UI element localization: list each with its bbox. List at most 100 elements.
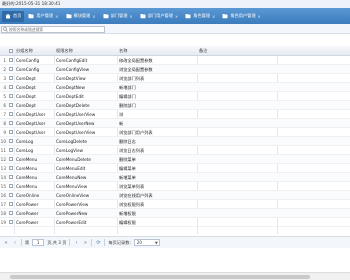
home-icon (5, 13, 11, 19)
row-select[interactable] (7, 139, 14, 143)
row-select[interactable] (7, 67, 14, 71)
refresh-icon[interactable]: ⟳ (95, 239, 101, 246)
header-remark[interactable]: 备注 (197, 46, 277, 55)
cell-group-name: CoreConfig (16, 66, 40, 72)
row-index: 12 (0, 156, 6, 162)
status-text: 最好的:2015-05-31 18:30:41 (2, 1, 61, 6)
tab-dept-management[interactable]: 部门管理 × (100, 11, 136, 22)
checkbox[interactable] (8, 220, 13, 224)
cell-group-name: CoreLog (16, 147, 34, 153)
last-page-icon[interactable]: » (82, 239, 88, 246)
status-bar: 最好的:2015-05-31 18:30:41 (0, 0, 350, 8)
checkbox[interactable] (8, 184, 13, 188)
checkbox[interactable] (8, 48, 13, 53)
checkbox[interactable] (8, 121, 13, 125)
cell-name: 删除部门 (119, 102, 136, 108)
checkbox[interactable] (8, 211, 13, 215)
checkbox[interactable] (8, 157, 13, 161)
cell-permission-name: CoreConfigView (56, 66, 90, 72)
checkbox[interactable] (8, 112, 13, 116)
cell-permission-name: CoreMenuView (56, 183, 88, 189)
prev-page-icon[interactable]: ‹ (12, 239, 18, 246)
next-page-icon[interactable]: › (73, 239, 79, 246)
page-number-input[interactable]: 1 (32, 239, 45, 246)
cell-permission-name: CoreDeptUserView (56, 111, 96, 117)
tab-dept-user-management[interactable]: 部门用户管理 × (137, 11, 182, 22)
row-select[interactable] (7, 166, 14, 170)
close-icon[interactable]: × (55, 14, 58, 19)
header-select-all[interactable] (7, 48, 14, 53)
close-icon[interactable]: × (92, 14, 95, 19)
chevron-down-icon: ▼ (155, 241, 158, 245)
cell-name: 编辑部门 (119, 93, 136, 99)
cell-permission-name: CoreMenuDelete (56, 156, 91, 162)
cell-permission-name: CoreDeptUserView (56, 129, 96, 135)
checkbox[interactable] (8, 175, 13, 179)
cell-group-name: CoreLog (16, 138, 34, 144)
page-suffix: 页,共 3 页 (47, 239, 67, 245)
checkbox[interactable] (8, 94, 13, 98)
row-select[interactable] (7, 103, 14, 107)
search-input[interactable] (8, 26, 103, 32)
cell-name: 浏览部门用户列表 (119, 129, 153, 135)
close-icon[interactable]: × (212, 14, 215, 19)
first-page-icon[interactable]: « (3, 239, 9, 246)
row-select[interactable] (7, 76, 14, 80)
scrollbar-thumb[interactable] (10, 275, 310, 279)
row-select[interactable] (7, 121, 14, 125)
checkbox[interactable] (8, 130, 13, 134)
checkbox[interactable] (8, 103, 13, 107)
row-select[interactable] (7, 130, 14, 134)
checkbox[interactable] (8, 148, 13, 152)
row-select[interactable] (7, 175, 14, 179)
tab-role-management[interactable]: 角色管理 × (182, 11, 218, 22)
row-select[interactable] (7, 193, 14, 197)
close-icon[interactable]: × (129, 14, 132, 19)
per-page-select[interactable]: 20 ▼ (133, 239, 160, 246)
checkbox[interactable] (8, 76, 13, 80)
header-permission-name[interactable]: 权限名称 (54, 46, 117, 55)
cell-group-name: CoreDept (16, 75, 36, 81)
folder-icon (66, 13, 72, 19)
cell-group-name: CoreMenu (16, 183, 38, 189)
folder-icon (28, 13, 34, 19)
header-name[interactable]: 名称 (117, 46, 197, 55)
row-select[interactable] (7, 58, 14, 62)
tab-role-user-management[interactable]: 角色用户管理 × (219, 11, 264, 22)
row-select[interactable] (7, 202, 14, 206)
search-box (1, 25, 105, 33)
checkbox[interactable] (8, 67, 13, 71)
cell-permission-name: CoreLogView (56, 147, 84, 153)
row-select[interactable] (7, 184, 14, 188)
cell-permission-name: CoreDeptEdit (56, 93, 84, 99)
row-select[interactable] (7, 211, 14, 215)
header-group-name[interactable]: 分组名称 (14, 46, 54, 55)
checkbox[interactable] (8, 166, 13, 170)
row-select[interactable] (7, 220, 14, 224)
cell-group-name: CorePower (16, 201, 39, 207)
tab-dept-user-management-label: 部门用户管理 (147, 13, 173, 18)
row-select[interactable] (7, 85, 14, 89)
row-index: 9 (3, 129, 6, 135)
cell-group-name: CorePower (16, 210, 39, 216)
divider (91, 239, 93, 246)
close-icon[interactable]: × (258, 14, 261, 19)
checkbox[interactable] (8, 202, 13, 206)
close-icon[interactable]: × (175, 14, 178, 19)
checkbox[interactable] (8, 193, 13, 197)
row-select[interactable] (7, 94, 14, 98)
checkbox[interactable] (8, 139, 13, 143)
tab-module-management[interactable]: 模块管理 × (63, 11, 99, 22)
row-select[interactable] (7, 112, 14, 116)
checkbox[interactable] (8, 58, 13, 62)
tab-home[interactable]: 首页 (2, 10, 25, 22)
table-row[interactable]: 19 CorePower CorePowerEdit 编辑权限 (0, 218, 350, 227)
row-select[interactable] (7, 157, 14, 161)
cell-name: 修改全局配置参数 (119, 57, 153, 63)
checkbox[interactable] (8, 85, 13, 89)
tab-user-management[interactable]: 用户管理 × (25, 11, 61, 22)
horizontal-scrollbar[interactable] (0, 272, 350, 280)
cell-group-name: CoreDept (16, 84, 36, 90)
row-select[interactable] (7, 148, 14, 152)
row-index: 14 (0, 174, 6, 180)
